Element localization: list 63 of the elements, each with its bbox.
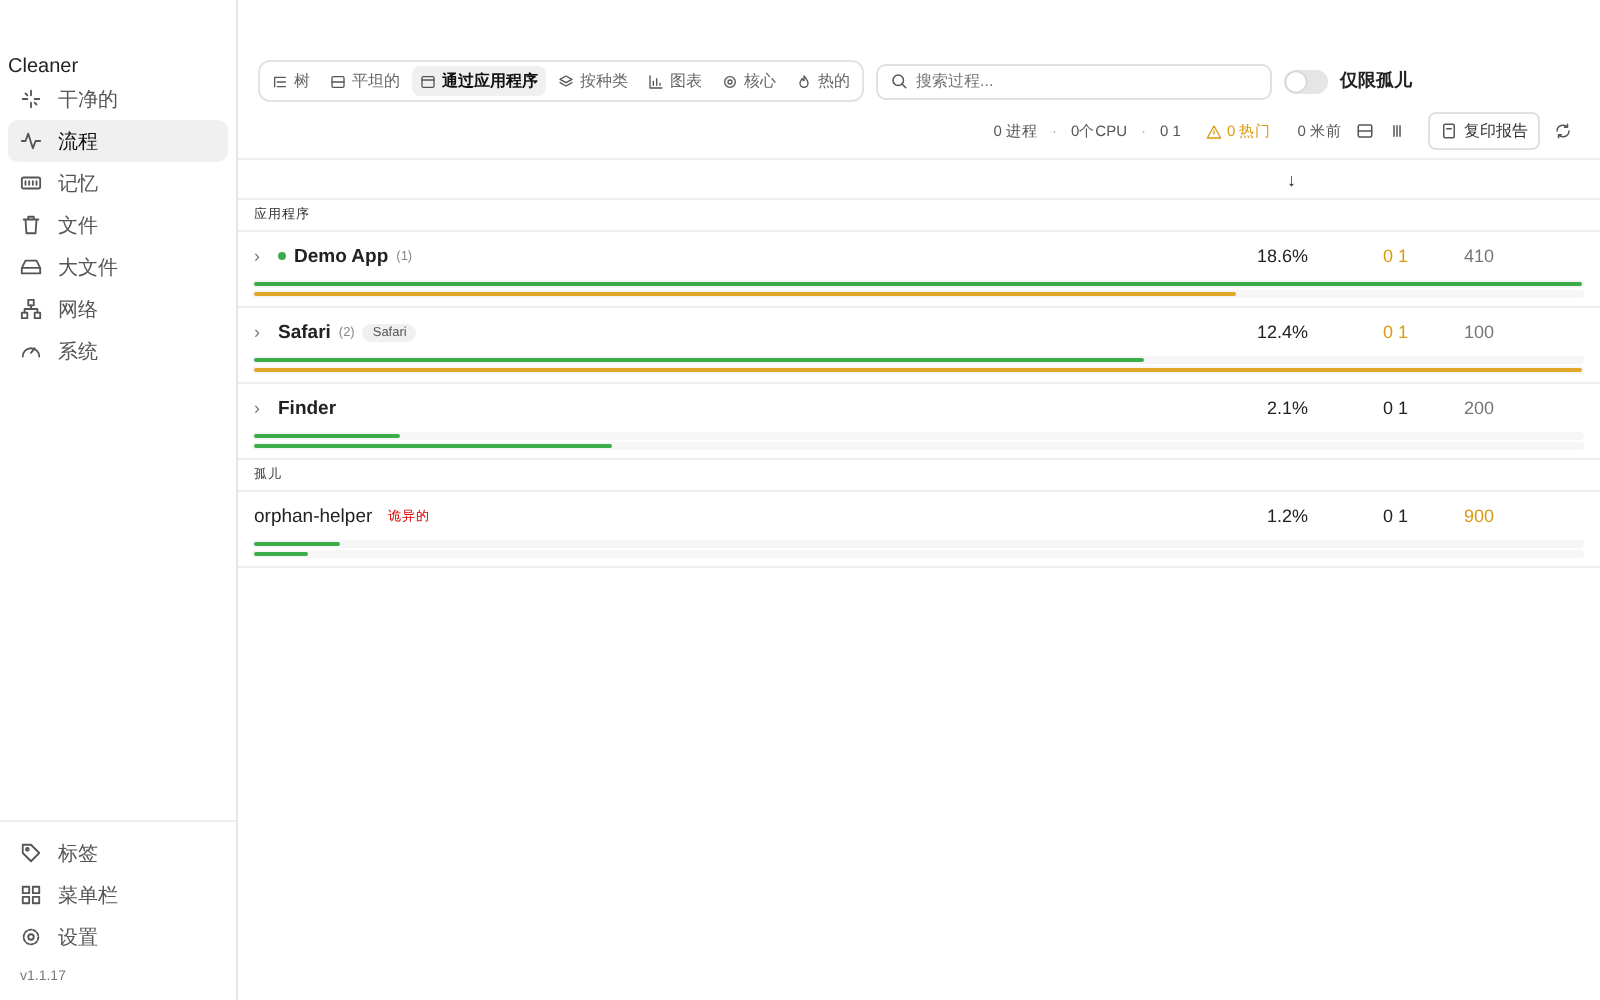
app-name: Cleaner (8, 56, 81, 78)
view-tab[interactable]: 通过应用程序 (412, 66, 546, 96)
collapse-icon (1356, 122, 1374, 140)
sidebar-item[interactable]: 记忆 (8, 162, 228, 204)
list-icon (330, 73, 346, 89)
view-tab[interactable]: 平坦的 (322, 66, 408, 96)
expand-chevron[interactable]: › (254, 246, 270, 266)
cpu-value: 12.4% (1254, 322, 1308, 342)
sidebar-item[interactable]: 网络 (8, 288, 228, 330)
sidebar-item[interactable]: 大文件 (8, 246, 228, 288)
process-name: Finder (278, 397, 337, 419)
network-icon (20, 298, 42, 320)
view-tab[interactable]: 按种类 (550, 66, 636, 96)
expand-chevron[interactable]: › (254, 398, 270, 418)
refresh-icon (1554, 122, 1572, 140)
expand-chevron[interactable]: › (254, 322, 270, 342)
process-name: Demo App (294, 245, 389, 267)
layers-icon (558, 73, 574, 89)
view-tab[interactable]: 核心 (714, 66, 784, 96)
cpu-value: 18.6% (1254, 246, 1308, 266)
copy-report-button[interactable]: 复印报告 (1428, 112, 1540, 150)
flame-icon (796, 73, 812, 89)
sidebar-item[interactable]: 流程 (8, 120, 228, 162)
process-name: Safari (278, 321, 331, 343)
view-tab[interactable]: 树 (264, 66, 318, 96)
process-name: orphan-helper (254, 505, 373, 527)
memory-value: 100 (1462, 322, 1497, 342)
bar-chart-icon (648, 73, 664, 89)
columns-icon (1388, 122, 1406, 140)
search-field[interactable]: 搜索过程... (876, 63, 1272, 99)
tag-icon (20, 842, 42, 864)
toggle-switch[interactable] (1284, 69, 1328, 93)
memory-value: 900 (1462, 506, 1497, 526)
sparkle-icon (20, 88, 42, 110)
sidebar-item[interactable]: 标签 (8, 832, 228, 874)
sidebar-item[interactable]: 干净的 (8, 78, 228, 120)
cpu-value: 1.2% (1264, 506, 1308, 526)
copy-icon (1440, 122, 1458, 140)
sidebar-item[interactable]: 设置 (8, 916, 228, 958)
warning-icon (1206, 123, 1223, 139)
memory-value: 410 (1462, 246, 1497, 266)
cpu-value: 2.1% (1264, 398, 1308, 418)
trash-icon (20, 214, 42, 236)
drive-icon (20, 256, 42, 278)
view-tab[interactable]: 热的 (788, 66, 858, 96)
memory-icon (20, 172, 42, 194)
window-icon (420, 73, 436, 89)
threads-value: 0 1 (1380, 398, 1408, 418)
grid-icon (20, 884, 42, 906)
memory-value: 200 (1462, 398, 1497, 418)
view-tab[interactable]: 图表 (640, 66, 710, 96)
search-input[interactable]: 搜索过程... (916, 72, 1258, 90)
search-icon (890, 72, 908, 90)
threads-value: 0 1 (1380, 506, 1408, 526)
threads-value: 0 1 (1380, 322, 1408, 342)
sidebar-item[interactable]: 文件 (8, 204, 228, 246)
sidebar-item[interactable]: 系统 (8, 330, 228, 372)
pulse-icon (20, 130, 42, 152)
threads-value: 0 1 (1380, 246, 1408, 266)
tree-icon (272, 73, 288, 89)
sort-indicator[interactable]: ↓ (1287, 169, 1296, 189)
sidebar-item[interactable]: 菜单栏 (8, 874, 228, 916)
toggle-label: 仅限孤儿 (1340, 68, 1412, 94)
